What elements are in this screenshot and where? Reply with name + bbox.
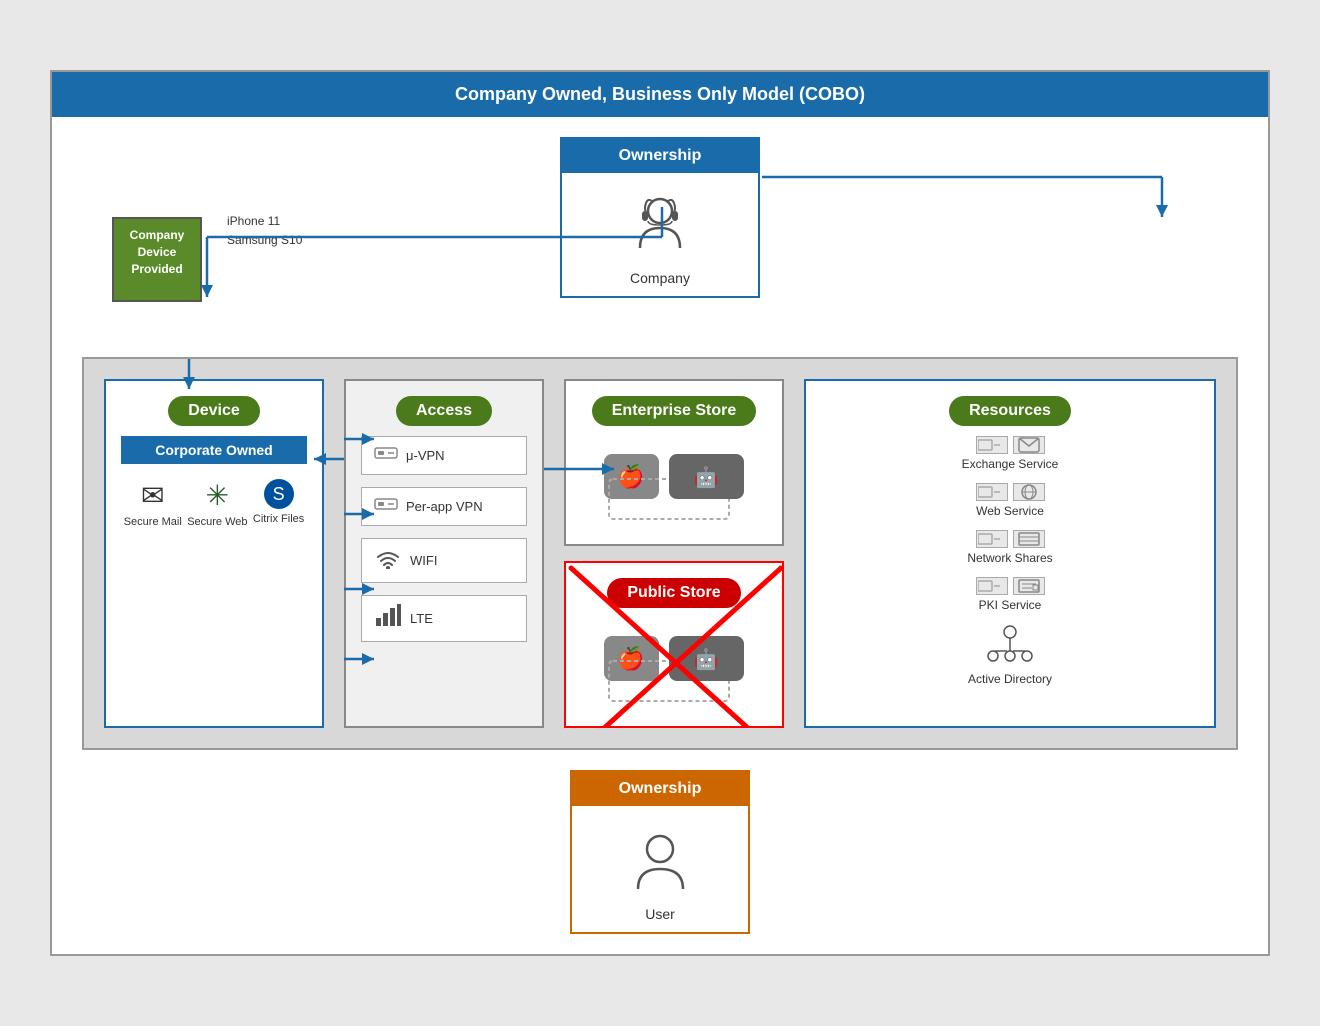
mvpn-label: μ-VPN <box>406 448 445 463</box>
enterprise-store-header: Enterprise Store <box>592 396 756 426</box>
pki-service-item: PKI Service <box>821 577 1199 612</box>
network-icon-1 <box>976 530 1008 548</box>
resources-header: Resources <box>949 396 1071 426</box>
wifi-label: WIFI <box>410 553 437 568</box>
wifi-icon <box>374 547 402 574</box>
svg-text:🤖: 🤖 <box>694 647 719 671</box>
access-header-container: Access <box>361 396 527 436</box>
enterprise-store-box: Enterprise Store 🍎 🤖 <box>564 379 784 546</box>
per-app-vpn-label: Per-app VPN <box>406 499 483 514</box>
per-app-vpn-item: Per-app VPN <box>361 487 527 526</box>
top-section: CompanyDeviceProvided iPhone 11Samsung S… <box>82 137 1238 347</box>
secure-mail-item: ✉ Secure Mail <box>124 479 182 528</box>
exchange-icon-1 <box>976 436 1008 454</box>
pki-icon-1 <box>976 577 1008 595</box>
citrix-files-item: S Citrix Files <box>253 479 304 528</box>
diagram-content: CompanyDeviceProvided iPhone 11Samsung S… <box>52 127 1268 954</box>
per-app-vpn-icon <box>374 496 398 517</box>
title-bar: Company Owned, Business Only Model (COBO… <box>52 72 1268 117</box>
citrix-files-icon: S <box>264 479 294 509</box>
exchange-icon-2 <box>1013 436 1045 454</box>
lte-icon <box>374 604 402 633</box>
svg-text:🍎: 🍎 <box>617 463 644 489</box>
network-icon-2 <box>1013 530 1045 548</box>
exchange-service-item: Exchange Service <box>821 436 1199 471</box>
company-person-icon <box>572 183 748 270</box>
active-directory-label: Active Directory <box>968 672 1052 686</box>
citrix-files-label: Citrix Files <box>253 513 304 525</box>
ownership-company-header: Ownership <box>562 139 758 173</box>
enterprise-store-header-container: Enterprise Store <box>581 396 767 436</box>
public-store-header: Public Store <box>607 578 740 608</box>
web-icon-2 <box>1013 483 1045 501</box>
ownership-company-box: Ownership Company <box>560 137 760 298</box>
stores-section: Enterprise Store 🍎 🤖 <box>564 379 784 728</box>
secure-web-icon: ✳ <box>187 479 247 512</box>
web-service-item: Web Service <box>821 483 1199 518</box>
corporate-owned-badge: Corporate Owned <box>121 436 307 464</box>
wifi-item: WIFI <box>361 538 527 583</box>
ownership-user-box: Ownership User <box>570 770 750 934</box>
exchange-service-icons <box>976 436 1045 454</box>
secure-mail-icon: ✉ <box>124 479 182 512</box>
active-directory-icon <box>985 624 1035 669</box>
lte-label: LTE <box>410 611 433 626</box>
resources-section: Resources <box>804 379 1216 728</box>
main-area: Device Corporate Owned ✉ Secure Mail ✳ S… <box>82 357 1238 750</box>
bottom-section: Ownership User <box>82 770 1238 934</box>
web-icon-1 <box>976 483 1008 501</box>
svg-text:🤖: 🤖 <box>694 465 719 489</box>
pki-service-icons <box>976 577 1045 595</box>
device-header-container: Device <box>121 396 307 436</box>
svg-text:🍎: 🍎 <box>617 645 644 671</box>
diagram-wrapper: Company Owned, Business Only Model (COBO… <box>50 70 1270 956</box>
web-service-icons <box>976 483 1045 501</box>
mvpn-icon <box>374 445 398 466</box>
access-section: Access μ-VPN <box>344 379 544 728</box>
pki-icon-2 <box>1013 577 1045 595</box>
secure-mail-label: Secure Mail <box>124 516 182 528</box>
public-store-header-container: Public Store <box>581 578 767 618</box>
title-text: Company Owned, Business Only Model (COBO… <box>455 84 865 104</box>
resources-header-container: Resources <box>821 396 1199 436</box>
user-label: User <box>582 906 738 922</box>
network-shares-item: Network Shares <box>821 530 1199 565</box>
active-directory-item: Active Directory <box>821 624 1199 686</box>
pki-service-label: PKI Service <box>979 598 1042 612</box>
network-shares-label: Network Shares <box>967 551 1052 565</box>
enterprise-store-apps: 🍎 🤖 <box>594 444 754 529</box>
ownership-user-header: Ownership <box>572 772 748 806</box>
mvpn-item: μ-VPN <box>361 436 527 475</box>
public-store-box: Public Store 🍎 🤖 <box>564 561 784 728</box>
network-shares-icons <box>976 530 1045 548</box>
device-section: Device Corporate Owned ✉ Secure Mail ✳ S… <box>104 379 324 728</box>
access-header: Access <box>396 396 492 426</box>
device-icons-row: ✉ Secure Mail ✳ Secure Web S Citrix File… <box>121 479 307 528</box>
web-service-label: Web Service <box>976 504 1044 518</box>
lte-item: LTE <box>361 595 527 642</box>
secure-web-label: Secure Web <box>187 516 247 528</box>
user-person-icon <box>582 816 738 906</box>
exchange-service-label: Exchange Service <box>962 457 1059 471</box>
company-label: Company <box>572 270 748 286</box>
device-header: Device <box>168 396 260 426</box>
device-models: iPhone 11Samsung S10 <box>227 212 302 250</box>
public-store-apps: 🍎 🤖 <box>594 626 754 711</box>
company-device-box: CompanyDeviceProvided <box>112 217 202 302</box>
secure-web-item: ✳ Secure Web <box>187 479 247 528</box>
